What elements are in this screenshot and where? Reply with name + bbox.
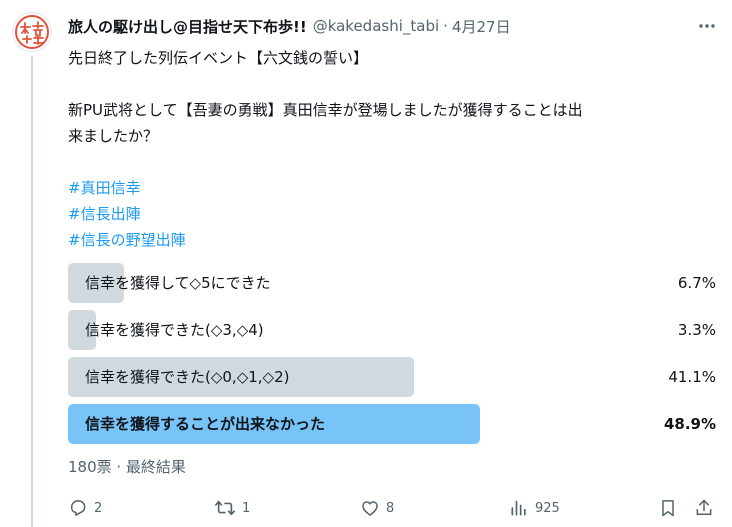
retweet-count: 1 bbox=[242, 500, 251, 516]
retweet-button[interactable]: 1 bbox=[214, 496, 250, 520]
poll-option-label: 信幸を獲得できた(◇3,◇4) bbox=[85, 321, 264, 339]
reply-button[interactable]: 2 bbox=[68, 496, 102, 520]
display-name[interactable]: 旅人の駆け出し@目指せ天下布歩!! bbox=[68, 16, 307, 37]
tweet-date[interactable]: 4月27日 bbox=[452, 16, 511, 37]
poll-results-meta: 180票 · 最終結果 bbox=[68, 458, 186, 476]
more-icon bbox=[699, 24, 715, 28]
like-count: 8 bbox=[386, 500, 395, 516]
tweet-text-line: 新PU武将として【吾妻の勇戦】真田信幸が登場しましたが獲得することは出 bbox=[68, 101, 583, 119]
header-separator: · bbox=[443, 17, 448, 35]
tweet-text-line: 来ましたか？ bbox=[68, 127, 159, 145]
tweet-text-line: 先日終了した列伝イベント【六文銭の誓い】 bbox=[68, 49, 369, 67]
thread-line bbox=[31, 56, 33, 527]
views-button[interactable]: 925 bbox=[509, 496, 560, 520]
poll-option: 信幸を獲得して◇5にできた 6.7% bbox=[68, 263, 718, 303]
retweet-icon bbox=[215, 500, 235, 516]
poll-option-percent: 6.7% bbox=[677, 274, 716, 292]
hashtag-link[interactable]: #信長出陣 bbox=[68, 201, 720, 227]
poll-option-label: 信幸を獲得できた(◇0,◇1,◇2) bbox=[85, 368, 290, 386]
avatar-logo bbox=[15, 15, 49, 49]
share-button[interactable] bbox=[694, 496, 714, 520]
bookmark-button[interactable] bbox=[658, 496, 678, 520]
tweet-text: 先日終了した列伝イベント【六文銭の誓い】 新PU武将として【吾妻の勇戦】真田信幸… bbox=[68, 45, 720, 253]
user-handle[interactable]: @kakedashi_tabi bbox=[313, 17, 439, 35]
poll-option: 信幸を獲得できた(◇3,◇4) 3.3% bbox=[68, 310, 718, 350]
reply-count: 2 bbox=[94, 500, 103, 516]
poll-option-label: 信幸を獲得して◇5にできた bbox=[85, 274, 271, 292]
poll-option: 信幸を獲得できた(◇0,◇1,◇2) 41.1% bbox=[68, 357, 718, 397]
share-icon bbox=[696, 499, 712, 515]
more-options-button[interactable] bbox=[694, 13, 720, 39]
poll: 信幸を獲得して◇5にできた 6.7% 信幸を獲得できた(◇3,◇4) 3.3% … bbox=[68, 263, 718, 451]
hashtag-link[interactable]: #真田信幸 bbox=[68, 175, 720, 201]
poll-option-percent: 3.3% bbox=[677, 321, 716, 339]
avatar[interactable] bbox=[12, 12, 52, 52]
views-count: 925 bbox=[535, 500, 560, 516]
reply-icon bbox=[71, 500, 86, 516]
tweet-header: 旅人の駆け出し@目指せ天下布歩!! @kakedashi_tabi · 4月27… bbox=[68, 15, 511, 37]
action-bar: 2 1 8 925 bbox=[68, 496, 718, 520]
bookmark-icon bbox=[662, 500, 674, 517]
hashtag-link[interactable]: #信長の野望出陣 bbox=[68, 227, 720, 253]
poll-option-percent: 41.1% bbox=[668, 368, 716, 386]
like-icon bbox=[362, 501, 378, 516]
poll-option-label: 信幸を獲得することが出来なかった bbox=[85, 415, 326, 433]
poll-option-percent: 48.9% bbox=[663, 415, 716, 433]
poll-option-winner: 信幸を獲得することが出来なかった 48.9% bbox=[68, 404, 718, 444]
like-button[interactable]: 8 bbox=[360, 496, 394, 520]
views-icon bbox=[511, 500, 526, 516]
